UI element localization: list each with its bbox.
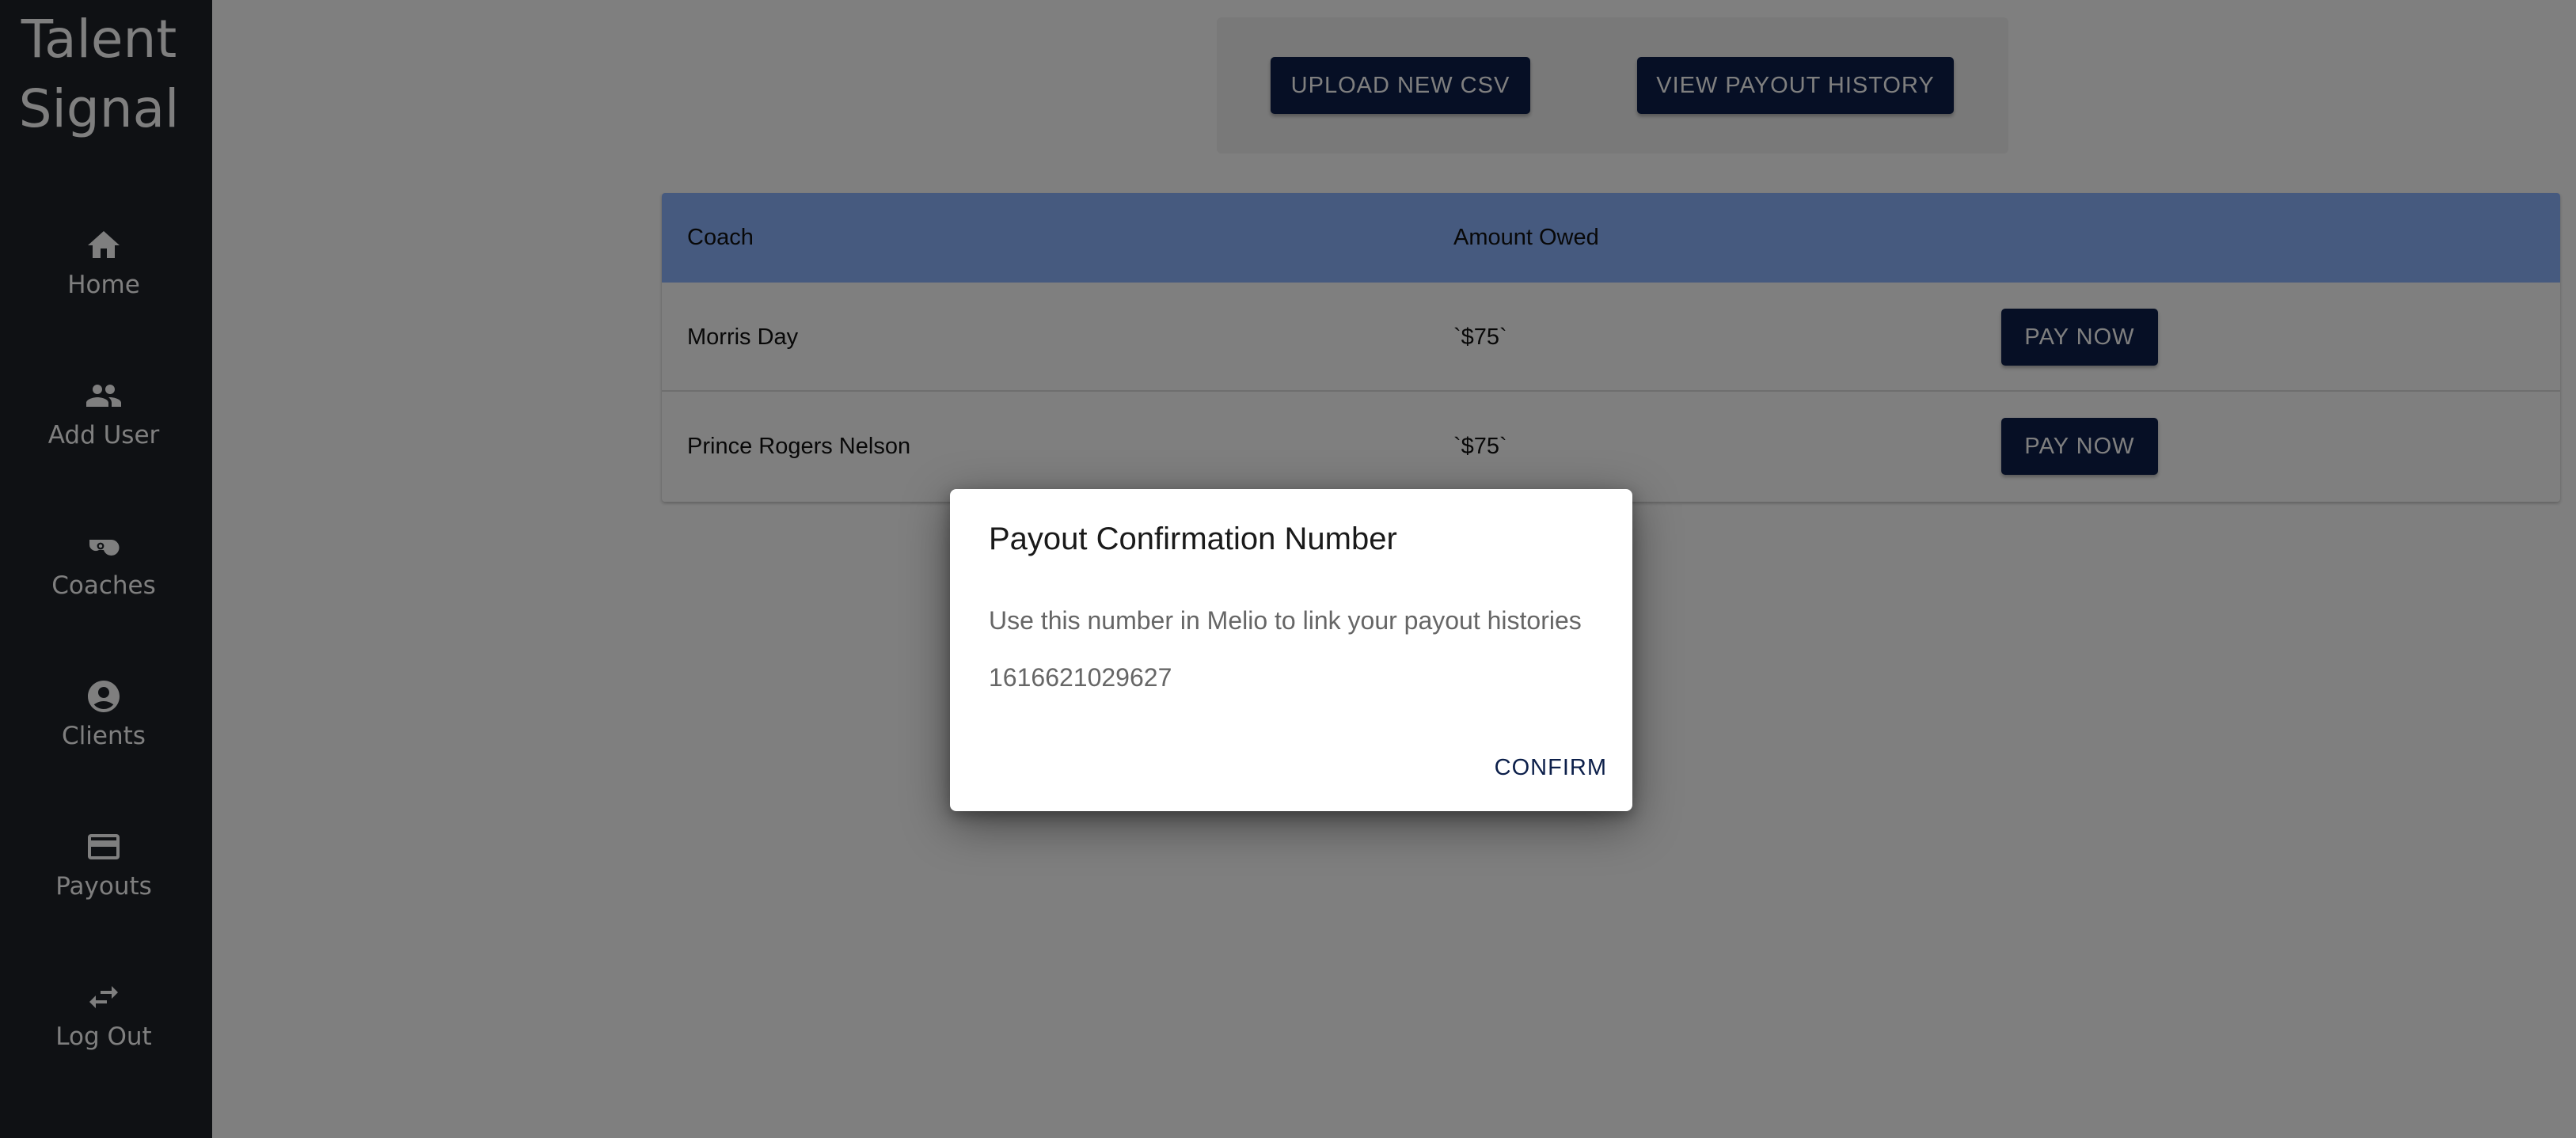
- dialog-title: Payout Confirmation Number: [989, 522, 1397, 556]
- confirmation-number: 1616621029627: [989, 663, 1172, 692]
- dialog-message: Use this number in Melio to link your pa…: [989, 606, 1582, 635]
- payout-confirmation-dialog: Payout Confirmation Number Use this numb…: [950, 489, 1632, 811]
- app-root: Talent Signal Home Add User Coac: [0, 0, 2576, 1138]
- confirm-button[interactable]: CONFIRM: [1495, 749, 1607, 787]
